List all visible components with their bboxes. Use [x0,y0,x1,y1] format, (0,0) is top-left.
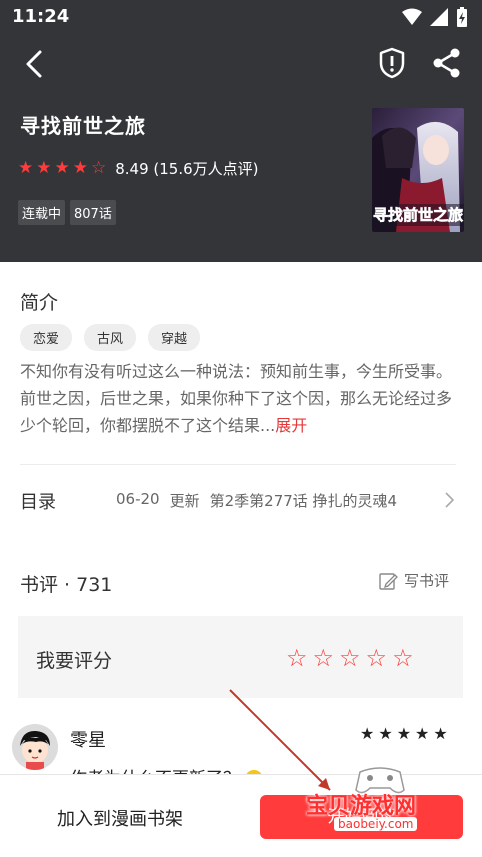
chevron-right-icon[interactable] [444,490,456,510]
back-arrow-icon[interactable] [20,48,52,80]
description-text: 不知你有没有听过这么一种说法：预知前生事，今生所受事。前世之因，后世之果，如果你… [20,358,462,439]
edit-icon [379,572,398,590]
rate-star-icon[interactable]: ☆ [339,646,361,670]
rate-star-icon[interactable]: ☆ [366,646,388,670]
star-filled-icon: ★ [72,158,88,178]
signal-icon [430,8,448,26]
start-reading-button[interactable]: 开始阅读 [260,795,463,839]
status-bar: 11:24 [0,0,482,34]
book-header: 寻找前世之旅 ★ ★ ★ ★ ☆ 8.49 (15.6万人点评) 连载中 807… [0,34,482,262]
intro-title: 简介 [20,292,59,314]
book-cover-image[interactable]: 寻找前世之旅 [372,108,464,232]
serial-status-badge: 连载中 [18,200,66,225]
status-time: 11:24 [12,6,70,27]
rating-row: ★ ★ ★ ★ ☆ 8.49 (15.6万人点评) [18,158,259,179]
battery-charging-icon [457,7,467,27]
star-filled-icon: ★ [54,158,70,178]
reviews-section: 书评 · 731 写书评 我要评分 ☆ ☆ ☆ ☆ ☆ 零星 ★ ★ ★ ★ ★ [0,544,482,789]
wifi-icon [402,8,422,25]
add-to-shelf-button[interactable]: 加入到漫画书架 [18,805,222,831]
rating-text: 8.49 (15.6万人点评) [115,160,259,178]
report-shield-icon[interactable] [376,46,408,80]
review-count: 书评 · 731 [20,574,113,596]
avatar[interactable] [12,724,58,770]
divider [20,464,456,465]
comment-username[interactable]: 零星 [70,726,106,752]
status-icons [402,7,468,27]
rate-stars: ☆ ☆ ☆ ☆ ☆ [286,646,414,670]
update-date: 06-20 [116,490,160,508]
rate-box: 我要评分 ☆ ☆ ☆ ☆ ☆ [18,616,463,698]
star-filled-icon: ★ [396,724,412,743]
star-filled-icon: ★ [360,724,375,743]
rate-star-icon[interactable]: ☆ [392,646,414,670]
latest-chapter-title: 第2季第277话 挣扎的灵魂4 [209,492,398,510]
genre-tags: 恋爱 古风 穿越 [20,324,201,351]
latest-chapter-info[interactable]: 06-20 更新 第2季第277话 挣扎的灵魂4 [116,490,397,511]
book-meta-chips: 连载中 807话 [18,200,116,225]
cover-title-logo: 寻找前世之旅 [373,206,463,224]
genre-tag[interactable]: 古风 [84,324,137,351]
book-title: 寻找前世之旅 [20,114,146,138]
genre-tag[interactable]: 穿越 [148,324,201,351]
rate-label: 我要评分 [36,650,113,672]
star-filled-icon: ★ [415,724,430,743]
share-icon[interactable] [430,46,464,80]
star-filled-icon: ★ [378,724,393,743]
comment-rating: ★ ★ ★ ★ ★ [360,726,448,742]
intro-section: 简介 恋爱 古风 穿越 不知你有没有听过这么一种说法：预知前生事，今生所受事。前… [0,262,482,544]
write-review-label: 写书评 [404,572,450,590]
update-status: 更新 [169,492,200,510]
star-outline-icon: ☆ [91,158,107,178]
rate-star-icon[interactable]: ☆ [286,646,308,670]
star-filled-icon: ★ [18,158,34,178]
genre-tag[interactable]: 恋爱 [20,324,73,351]
star-filled-icon: ★ [433,724,448,743]
bottom-action-bar: 加入到漫画书架 开始阅读 [0,774,482,857]
description-body: 不知你有没有听过这么一种说法：预知前生事，今生所受事。前世之因，后世之果，如果你… [20,362,453,435]
write-review-button[interactable]: 写书评 [378,570,449,591]
expand-link[interactable]: 展开 [275,416,307,435]
toc-label[interactable]: 目录 [20,488,56,514]
chapter-count-badge: 807话 [70,200,116,225]
comment-item: 零星 ★ ★ ★ ★ ★ 作者为什么不更新了？ [0,712,482,789]
star-filled-icon: ★ [36,158,52,178]
rate-star-icon[interactable]: ☆ [313,646,335,670]
